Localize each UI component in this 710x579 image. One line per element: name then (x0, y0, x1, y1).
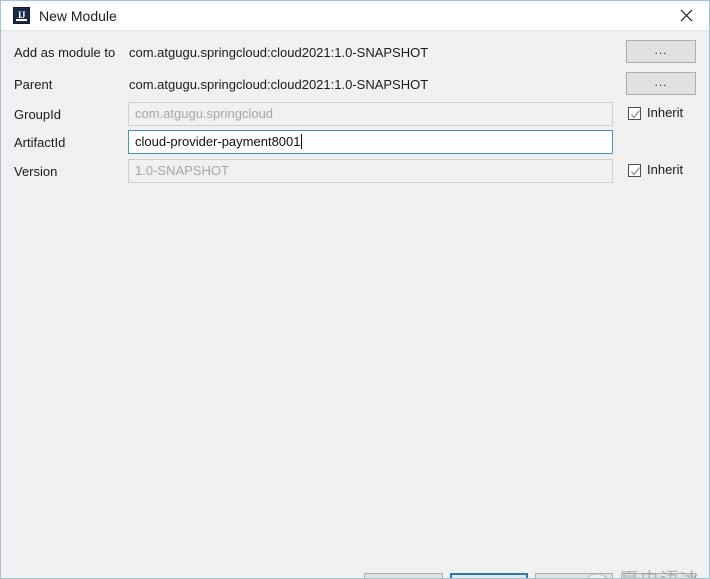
version-label: Version (14, 164, 58, 179)
parent-value: com.atgugu.springcloud:cloud2021:1.0-SNA… (129, 77, 429, 92)
group-id-input[interactable]: com.atgugu.springcloud (128, 102, 613, 126)
artifact-id-label: ArtifactId (14, 135, 66, 150)
title-bar: IJ New Module (1, 1, 709, 31)
row-version: Version 1.0-SNAPSHOT Inherit (1, 159, 709, 185)
add-as-module-to-browse-button[interactable]: ... (626, 40, 696, 63)
version-inherit-checkbox[interactable]: Inherit (628, 162, 683, 178)
artifact-id-value: cloud-provider-payment8001 (135, 134, 301, 149)
version-inherit-label: Inherit (647, 162, 684, 177)
window-title: New Module (39, 8, 117, 24)
row-parent: Parent com.atgugu.springcloud:cloud2021:… (1, 72, 709, 98)
parent-browse-button[interactable]: ... (626, 72, 696, 95)
group-id-inherit-checkbox[interactable]: Inherit (628, 105, 683, 121)
next-button[interactable]: Next (450, 573, 528, 578)
checkbox-checked-icon (628, 163, 641, 177)
dialog-button-bar: Previous Next Cancel Help (1, 565, 709, 578)
row-add-as-module-to: Add as module to com.atgugu.springcloud:… (1, 40, 709, 66)
parent-label: Parent (14, 77, 53, 92)
previous-button[interactable]: Previous (364, 573, 443, 578)
close-button[interactable] (663, 1, 709, 30)
group-id-label: GroupId (14, 107, 61, 122)
module-form: Add as module to com.atgugu.springcloud:… (1, 32, 709, 578)
add-as-module-to-value: com.atgugu.springcloud:cloud2021:1.0-SNA… (129, 45, 429, 60)
text-caret (301, 134, 303, 149)
checkbox-checked-icon (628, 106, 641, 120)
group-id-inherit-label: Inherit (647, 105, 684, 120)
intellij-idea-icon: IJ (13, 7, 30, 24)
close-icon (680, 9, 692, 22)
artifact-id-input[interactable]: cloud-provider-payment8001 (128, 130, 613, 154)
version-input[interactable]: 1.0-SNAPSHOT (128, 159, 613, 183)
row-group-id: GroupId com.atgugu.springcloud Inherit (1, 102, 709, 128)
row-artifact-id: ArtifactId cloud-provider-payment8001 (1, 130, 709, 156)
help-button[interactable]: Help (621, 573, 696, 578)
new-module-dialog: IJ New Module Add as module to com.atgug… (0, 0, 710, 579)
cancel-button[interactable]: Cancel (535, 573, 613, 578)
add-as-module-to-label: Add as module to (14, 45, 116, 60)
